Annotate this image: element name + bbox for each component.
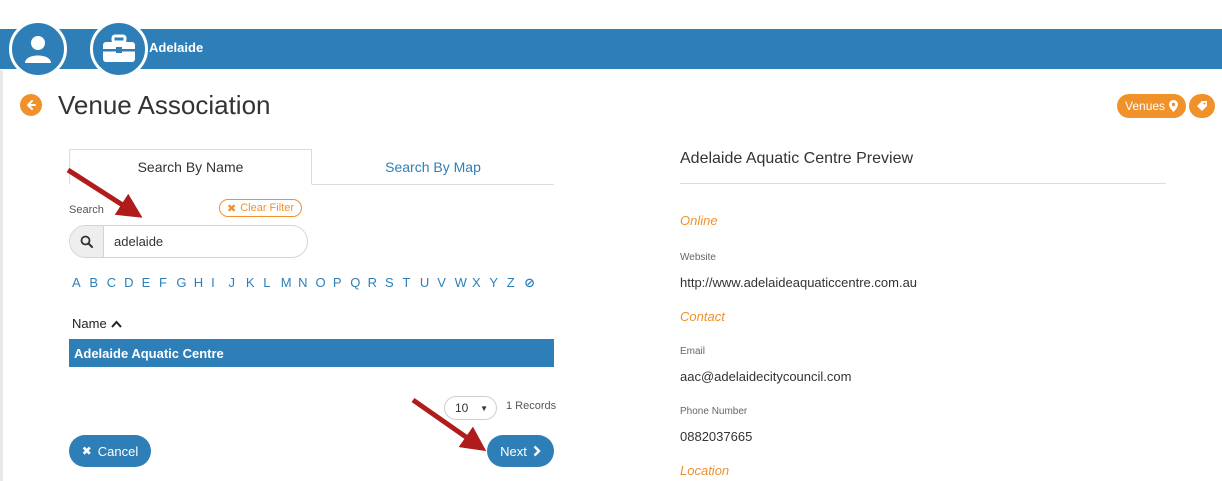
name-column-label: Name	[72, 316, 107, 331]
search-icon-addon	[70, 226, 104, 257]
alphabet-letter[interactable]: U	[420, 275, 437, 291]
chevron-right-icon	[533, 445, 541, 457]
alphabet-letter[interactable]: X	[472, 275, 489, 291]
alphabet-letter[interactable]: L	[263, 275, 280, 291]
venues-button[interactable]: Venues	[1117, 94, 1187, 118]
arrow-left-icon	[27, 100, 36, 110]
tab-search-by-name[interactable]: Search By Name	[69, 149, 312, 185]
alphabet-letter[interactable]: E	[142, 275, 159, 291]
cancel-label: Cancel	[97, 443, 139, 459]
website-value: http://www.adelaideaquaticcentre.com.au	[680, 275, 918, 290]
location-heading: Location	[680, 463, 730, 478]
alphabet-letter[interactable]: A	[72, 275, 89, 291]
tag-button[interactable]	[1189, 94, 1215, 118]
clear-filter-button[interactable]: ✖ Clear Filter	[219, 199, 303, 217]
records-count: 1 Records	[506, 400, 557, 412]
email-value: aac@adelaidecitycouncil.com	[680, 369, 852, 384]
alphabet-letter[interactable]: K	[246, 275, 263, 291]
clear-filter-label: Clear Filter	[240, 202, 295, 214]
website-label: Website	[680, 252, 716, 263]
alphabet-filter: A B C D E F G H I J K L M N O P Q R S T U V W X Y Z ⊘	[72, 275, 542, 291]
alphabet-letter[interactable]: O	[315, 275, 332, 291]
alphabet-letter[interactable]: C	[107, 275, 124, 291]
page-title: Venue Association	[58, 90, 271, 120]
alphabet-letter[interactable]: M	[281, 275, 298, 291]
alphabet-letter[interactable]: Z	[507, 275, 524, 291]
preview-title: Adelaide Aquatic Centre Preview	[680, 150, 914, 167]
online-heading: Online	[680, 213, 718, 228]
clear-letter-icon[interactable]: ⊘	[524, 275, 541, 291]
next-label: Next	[500, 443, 527, 459]
page-size-select[interactable]: 10 ▼	[444, 396, 497, 420]
alphabet-letter[interactable]: Y	[489, 275, 506, 291]
next-button[interactable]: Next	[487, 435, 554, 467]
user-avatar[interactable]	[9, 20, 67, 78]
alphabet-letter[interactable]: V	[437, 275, 454, 291]
close-icon: ✖	[81, 444, 92, 458]
contact-heading: Contact	[680, 309, 725, 324]
alphabet-letter[interactable]: F	[159, 275, 176, 291]
alphabet-letter[interactable]: N	[298, 275, 315, 291]
table-row[interactable]: Adelaide Aquatic Centre	[69, 339, 554, 367]
phone-value: 0882037665	[680, 429, 753, 444]
alphabet-letter[interactable]: Q	[350, 275, 367, 291]
cancel-button[interactable]: ✖ Cancel	[69, 435, 151, 467]
close-icon: ✖	[227, 202, 237, 215]
map-marker-icon	[1169, 100, 1179, 112]
preview-divider	[680, 183, 1166, 184]
name-column-header[interactable]: Name	[72, 316, 122, 331]
alphabet-letter[interactable]: W	[455, 275, 472, 291]
alphabet-letter[interactable]: R	[368, 275, 385, 291]
alphabet-letter[interactable]: T	[402, 275, 419, 291]
tab-search-by-map[interactable]: Search By Map	[312, 149, 554, 185]
organisation-avatar[interactable]	[90, 20, 148, 78]
alphabet-letter[interactable]: I	[211, 275, 228, 291]
tag-icon	[1197, 101, 1207, 111]
left-edge	[0, 70, 3, 481]
search-icon	[80, 235, 93, 248]
alphabet-letter[interactable]: D	[124, 275, 141, 291]
briefcase-icon	[103, 34, 135, 62]
caret-down-icon: ▼	[480, 403, 488, 413]
phone-label: Phone Number	[680, 406, 748, 417]
back-button[interactable]	[20, 94, 42, 116]
organisation-name: Adelaide	[149, 40, 204, 55]
search-field[interactable]	[69, 225, 308, 258]
page-size-value: 10	[455, 401, 469, 415]
venues-label: Venues	[1125, 99, 1166, 113]
alphabet-letter[interactable]: B	[89, 275, 106, 291]
user-icon	[25, 36, 51, 63]
search-input[interactable]	[104, 234, 294, 249]
alphabet-letter[interactable]: G	[176, 275, 193, 291]
alphabet-letter[interactable]: J	[229, 275, 246, 291]
chevron-up-icon	[110, 320, 122, 328]
alphabet-letter[interactable]: S	[385, 275, 402, 291]
search-label: Search	[69, 204, 104, 216]
alphabet-letter[interactable]: H	[194, 275, 211, 291]
alphabet-letter[interactable]: P	[333, 275, 350, 291]
email-label: Email	[680, 346, 706, 357]
